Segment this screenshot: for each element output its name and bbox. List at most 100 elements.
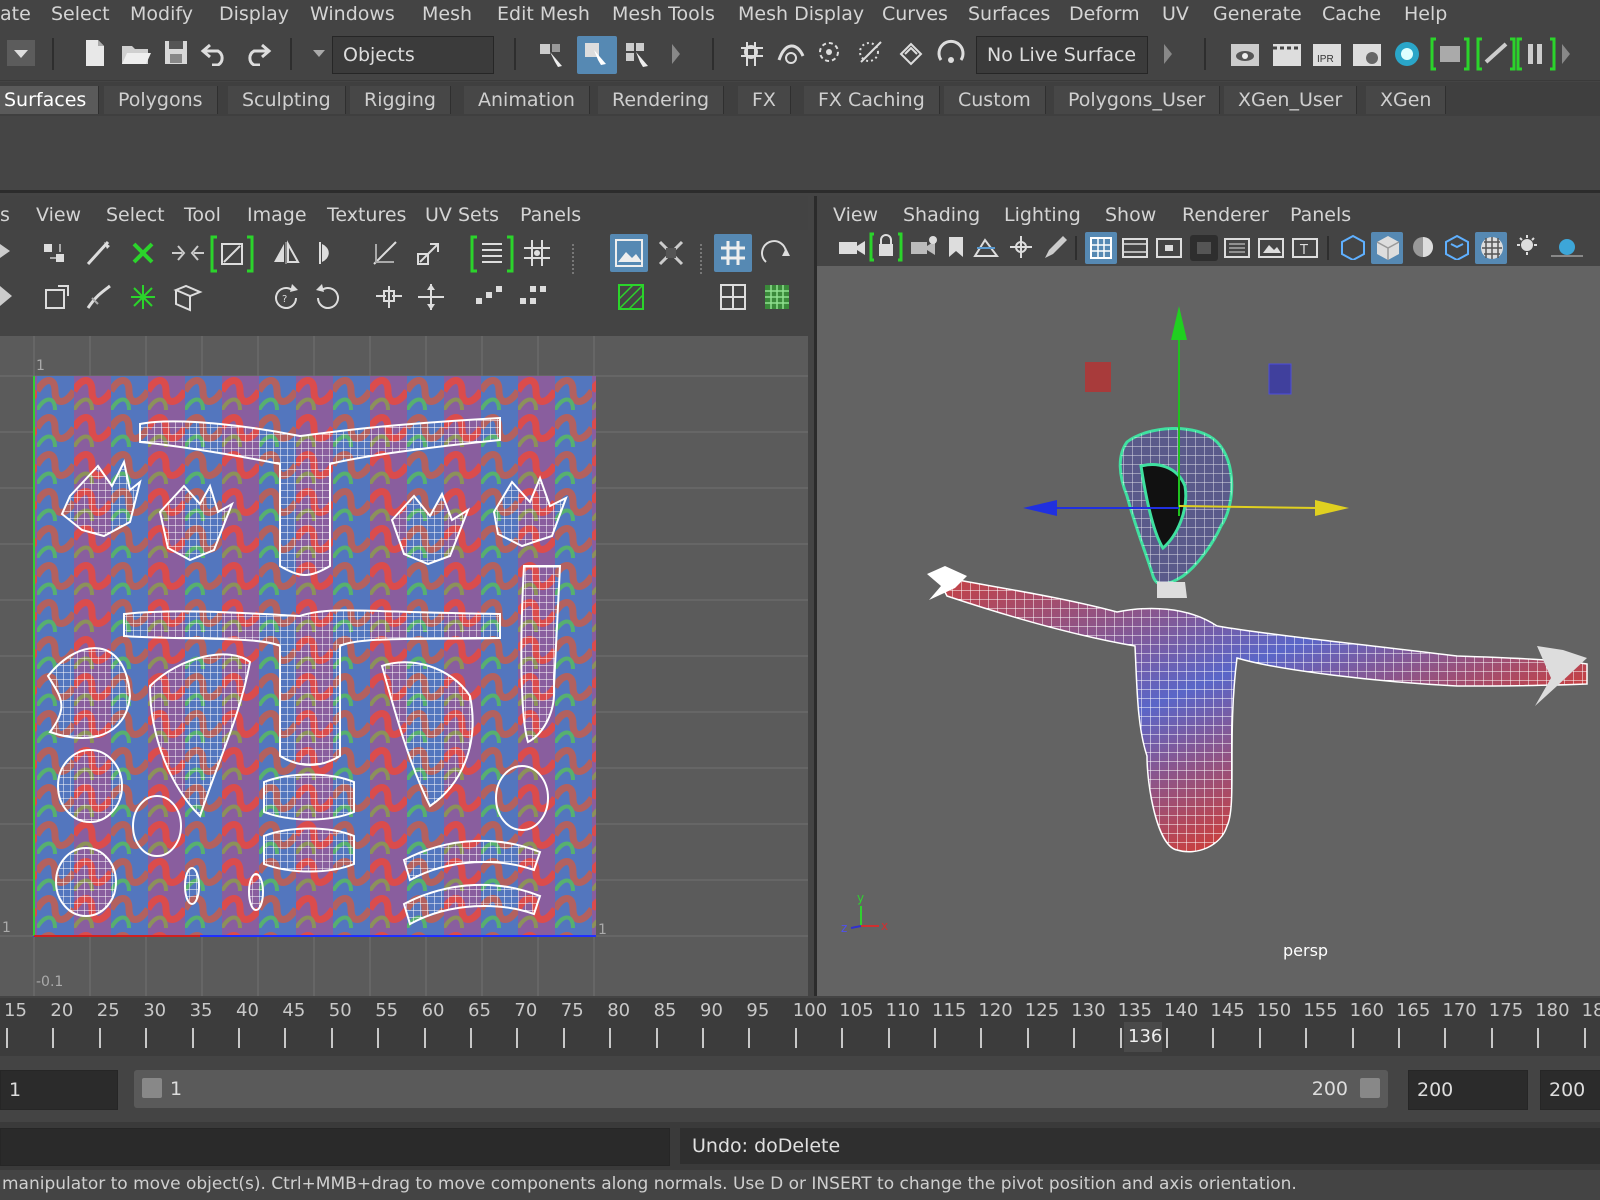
uv-menu-tool[interactable]: Tool: [184, 204, 221, 226]
snap-to-projected-center-icon[interactable]: [855, 38, 889, 70]
snap-to-points-icon[interactable]: [815, 38, 849, 70]
menu-mesh-display[interactable]: Mesh Display: [738, 3, 864, 25]
bookmark-icon[interactable]: [943, 234, 969, 260]
shelf-tab-surfaces[interactable]: Surfaces: [0, 86, 99, 114]
manip-plane-xy-handle[interactable]: [1085, 362, 1111, 392]
menu-display[interactable]: Display: [219, 3, 289, 25]
shelf-tab-polygons[interactable]: Polygons: [104, 86, 218, 114]
range-slider-start-handle[interactable]: [142, 1078, 162, 1098]
camera-lock-icon[interactable]: [869, 232, 903, 262]
uv-canvas[interactable]: 1 1 1 -0.1: [0, 336, 808, 996]
shelf-tab-fx-caching[interactable]: FX Caching: [804, 86, 940, 114]
viewport-menu-view[interactable]: View: [833, 204, 878, 226]
uv-grid-snap-icon[interactable]: [520, 238, 554, 268]
shelf-tab-polygons-user[interactable]: Polygons_User: [1054, 86, 1221, 114]
uv-wireframe-icon[interactable]: [718, 282, 748, 312]
snap-to-grid-icon[interactable]: [735, 38, 769, 70]
manip-z-arrow-icon[interactable]: [1023, 500, 1057, 516]
make-live-icon[interactable]: [935, 38, 969, 70]
film-gate-icon[interactable]: [1121, 236, 1149, 260]
textured-icon[interactable]: [1443, 234, 1471, 260]
image-plane-icon[interactable]: [971, 234, 1001, 260]
uv-rotate-icon[interactable]: [312, 238, 346, 268]
menu-cache[interactable]: Cache: [1322, 3, 1381, 25]
select-by-hierarchy-icon[interactable]: [536, 38, 570, 70]
uv-checker-icon[interactable]: [762, 282, 792, 312]
menu-surfaces[interactable]: Surfaces: [968, 3, 1050, 25]
uv-shell-icon[interactable]: [128, 282, 158, 312]
menu-curves[interactable]: Curves: [882, 3, 948, 25]
safe-title-icon[interactable]: T: [1291, 236, 1319, 260]
uv-menu-textures[interactable]: Textures: [327, 204, 406, 226]
camera-attributes-icon[interactable]: [909, 234, 939, 260]
shelf-tab-sculpting[interactable]: Sculpting: [228, 86, 346, 114]
hypershade-icon[interactable]: [1392, 38, 1422, 70]
manip-plane-yz-handle[interactable]: [1268, 363, 1292, 395]
redo-icon[interactable]: [240, 40, 272, 66]
uv-align-icon[interactable]: [370, 238, 404, 268]
show-hide-status-icon[interactable]: [1430, 36, 1470, 72]
viewport-canvas[interactable]: y x z persp: [817, 266, 1600, 996]
viewport-menu-show[interactable]: Show: [1105, 204, 1156, 226]
collapse-arrow-icon[interactable]: [1560, 42, 1572, 66]
menu-generate[interactable]: Generate: [1213, 3, 1302, 25]
menu-uv[interactable]: UV: [1162, 3, 1189, 25]
shelf-tab-custom[interactable]: Custom: [944, 86, 1046, 114]
current-frame-marker[interactable]: 136: [1124, 1022, 1162, 1052]
uv-menu-select[interactable]: Select: [106, 204, 165, 226]
uv-rotate-ccw-icon[interactable]: ?: [270, 282, 302, 312]
resolution-gate-icon[interactable]: [1155, 236, 1183, 260]
shelf-tab-rendering[interactable]: Rendering: [598, 86, 725, 114]
character-mesh[interactable]: [927, 426, 1588, 853]
uv-sew-icon[interactable]: [170, 238, 206, 268]
shelf-tab-xgen[interactable]: XGen: [1366, 86, 1447, 114]
snap-to-curves-icon[interactable]: [775, 38, 809, 70]
collapse-arrow-icon[interactable]: [1162, 42, 1174, 66]
uv-align-min-icon[interactable]: [372, 282, 406, 312]
uv-align-max-icon[interactable]: [414, 282, 448, 312]
menu-deform[interactable]: Deform: [1069, 3, 1140, 25]
camera-icon[interactable]: [837, 234, 867, 260]
uv-layout-icon[interactable]: [470, 234, 514, 274]
viewport-menu-panels[interactable]: Panels: [1290, 204, 1351, 226]
render-view-icon[interactable]: [1228, 38, 1262, 70]
uv-flip-u-icon[interactable]: [270, 238, 304, 268]
uv-cut-tool-icon[interactable]: [84, 238, 116, 268]
uv-dim-image-icon[interactable]: [656, 238, 686, 268]
live-surface-field[interactable]: No Live Surface: [976, 36, 1148, 74]
uv-tool-face-icon[interactable]: [0, 282, 14, 308]
uv-stack-icon[interactable]: [516, 282, 550, 312]
uv-planar-icon[interactable]: [42, 282, 72, 312]
menu-windows[interactable]: Windows: [310, 3, 395, 25]
wireframe-shading-icon[interactable]: [1339, 234, 1367, 260]
uv-menu-panels[interactable]: Panels: [520, 204, 581, 226]
open-scene-icon[interactable]: [120, 38, 152, 68]
shelf-tab-xgen-user[interactable]: XGen_User: [1224, 86, 1358, 114]
menu-set-dropdown-icon[interactable]: [6, 38, 36, 68]
viewport-menu-renderer[interactable]: Renderer: [1182, 204, 1269, 226]
safe-action-icon[interactable]: [1257, 236, 1285, 260]
uv-menu-image[interactable]: Image: [247, 204, 307, 226]
render-settings-icon[interactable]: [1350, 38, 1384, 70]
menu-select[interactable]: Select: [51, 3, 110, 25]
show-hide-attr-icon[interactable]: [1476, 36, 1516, 72]
grease-pencil-icon[interactable]: [1041, 234, 1071, 260]
render-frame-icon[interactable]: [1270, 38, 1304, 70]
perspective-viewport[interactable]: y x z persp: [817, 266, 1600, 996]
menu-edit-mesh[interactable]: Edit Mesh: [497, 3, 590, 25]
range-slider[interactable]: 1 200: [134, 1070, 1388, 1108]
uv-distribute-icon[interactable]: [472, 282, 506, 312]
uv-delete-icon[interactable]: [128, 238, 160, 268]
menu-create[interactable]: ate: [0, 3, 31, 25]
menu-mesh-tools[interactable]: Mesh Tools: [612, 3, 715, 25]
viewport-menu-shading[interactable]: Shading: [903, 204, 980, 226]
uv-menu-view[interactable]: View: [36, 204, 81, 226]
uv-normalize-icon[interactable]: [172, 282, 206, 312]
2d-pan-zoom-icon[interactable]: [1007, 234, 1037, 260]
snap-to-view-planes-icon[interactable]: [895, 38, 929, 70]
manip-x-arrow-icon[interactable]: [1315, 500, 1349, 516]
select-by-component-icon[interactable]: [622, 38, 656, 70]
manip-y-arrow-icon[interactable]: [1171, 306, 1187, 340]
uv-menu-polygons[interactable]: s: [0, 204, 10, 226]
uv-scale-icon[interactable]: [414, 238, 448, 268]
